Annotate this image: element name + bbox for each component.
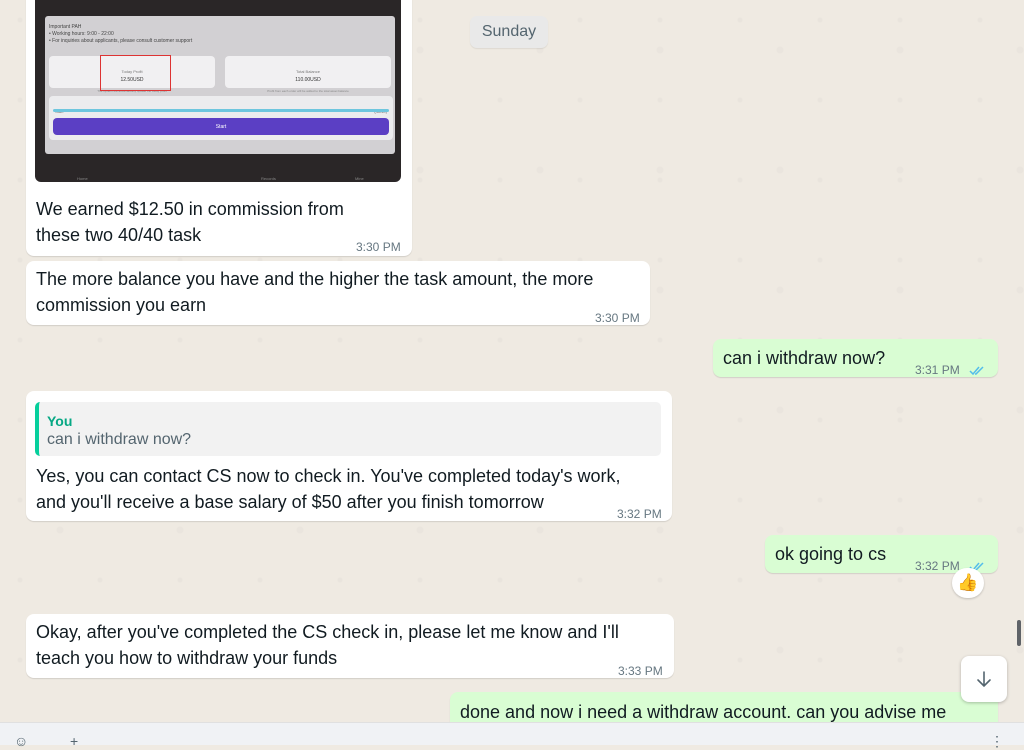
total-balance-card: Total Balance 110.00USD Profit from each… [225, 56, 391, 93]
menu-icon[interactable]: ⋮ [990, 733, 1004, 750]
message-composer: ☺ + ⋮ [0, 722, 1024, 749]
message-text: ok going to cs [775, 544, 887, 564]
photo-header: Important PAH • Working hours: 9:00 - 22… [49, 24, 193, 44]
message-text: done and now i need a withdraw account. … [460, 702, 947, 722]
arrow-down-icon [977, 671, 991, 688]
attach-icon[interactable]: + [70, 733, 78, 749]
scroll-to-bottom-button[interactable] [961, 656, 1007, 702]
message-incoming-image[interactable]: Important PAH • Working hours: 9:00 - 22… [26, 0, 412, 256]
chat-panel: Sunday Important PAH • Working hours: 9:… [0, 0, 1024, 722]
double-check-icon [969, 366, 984, 376]
start-panel: Start (40/40) Start [49, 96, 393, 140]
message-incoming[interactable]: Okay, after you've completed the CS chec… [26, 614, 674, 678]
thumbs-up-reaction[interactable]: 👍 [952, 568, 984, 598]
photo-nav: Home Records Mine [77, 176, 364, 181]
message-text: The more balance you have and the higher… [36, 269, 594, 315]
message-incoming[interactable]: The more balance you have and the higher… [26, 261, 650, 325]
message-text: Yes, you can contact CS now to check in.… [36, 466, 621, 512]
start-button: Start [53, 118, 389, 135]
message-time: 3:30 PM [356, 240, 401, 254]
photo-screen: Important PAH • Working hours: 9:00 - 22… [45, 16, 395, 154]
message-text: We earned $12.50 in commission from thes… [36, 199, 344, 245]
emoji-icon[interactable]: ☺ [14, 733, 28, 749]
message-time: 3:30 PM [595, 311, 640, 325]
message-outgoing[interactable]: can i withdraw now? 3:31 PM [713, 339, 998, 377]
message-time: 3:32 PM [617, 507, 662, 521]
message-incoming-reply[interactable]: You can i withdraw now? Yes, you can con… [26, 391, 672, 521]
highlight-box [100, 55, 171, 91]
message-text: Okay, after you've completed the CS chec… [36, 622, 619, 668]
attached-photo[interactable]: Important PAH • Working hours: 9:00 - 22… [35, 0, 401, 182]
quoted-message[interactable]: You can i withdraw now? [35, 402, 661, 456]
date-divider: Sunday [470, 16, 548, 48]
message-time: 3:33 PM [618, 664, 663, 678]
message-text: can i withdraw now? [723, 348, 886, 368]
scrollbar-thumb[interactable] [1017, 620, 1021, 646]
message-time: 3:31 PM [915, 357, 985, 383]
progress-bar [53, 109, 389, 112]
message-outgoing[interactable]: done and now i need a withdraw account. … [450, 692, 998, 722]
